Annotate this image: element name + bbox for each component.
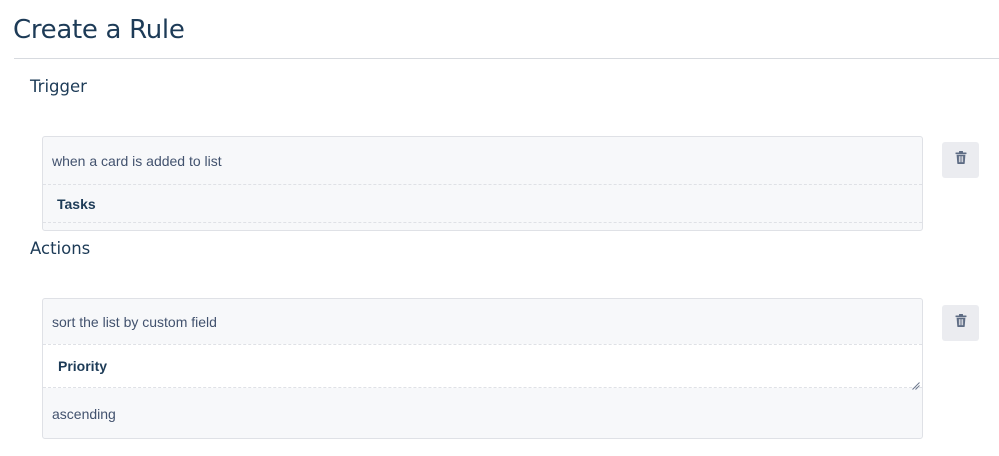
trigger-description: when a card is added to list: [43, 137, 922, 185]
action-field-name: Priority: [58, 358, 108, 374]
delete-trigger-button[interactable]: [942, 142, 979, 178]
action-card: sort the list by custom field Priority a…: [42, 298, 923, 439]
resize-handle-icon[interactable]: [912, 377, 920, 390]
action-description: sort the list by custom field: [52, 313, 217, 330]
action-field-input[interactable]: Priority: [43, 344, 922, 390]
trash-icon: [955, 314, 967, 332]
title-divider: [14, 58, 999, 59]
actions-heading: Actions: [30, 239, 91, 258]
trigger-heading: Trigger: [30, 77, 87, 96]
trash-icon: [955, 151, 967, 169]
trigger-card: when a card is added to list Tasks: [42, 136, 923, 231]
page-title: Create a Rule: [13, 15, 185, 45]
delete-action-button[interactable]: [942, 305, 979, 341]
trigger-list-name[interactable]: Tasks: [43, 185, 922, 223]
action-sort-order[interactable]: ascending: [43, 388, 922, 438]
